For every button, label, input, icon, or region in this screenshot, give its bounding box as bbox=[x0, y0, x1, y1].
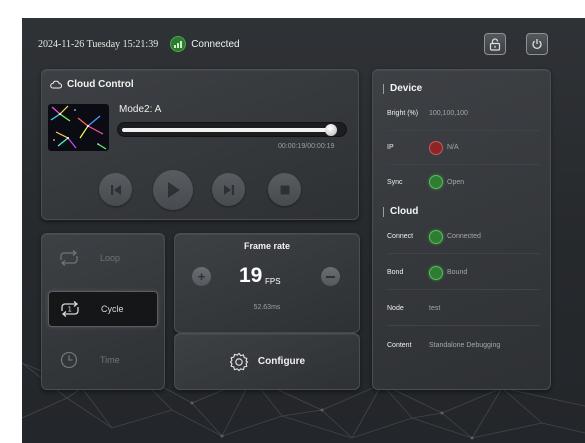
signal-bars-icon bbox=[170, 36, 187, 52]
cloud-section-title: Cloud bbox=[383, 206, 418, 217]
lock-button[interactable] bbox=[484, 33, 506, 55]
skip-next-icon bbox=[223, 184, 234, 195]
sync-label: Sync bbox=[387, 178, 403, 186]
bond-label: Bond bbox=[387, 269, 404, 276]
play-mode-panel: Loop 1 Cycle Time bbox=[41, 233, 165, 390]
play-button[interactable] bbox=[153, 170, 193, 210]
content-label: Content bbox=[387, 341, 412, 349]
frame-interval-label: 52.63ms bbox=[253, 304, 281, 311]
status-bar: 2024-11-26 Tuesday 15:21:39 Connected bbox=[38, 36, 240, 52]
plus-icon: + bbox=[197, 269, 206, 284]
node-value: test bbox=[429, 305, 441, 312]
cloud-icon bbox=[50, 80, 62, 89]
device-control-screen: 2024-11-26 Tuesday 15:21:39 Connected Cl… bbox=[22, 18, 585, 443]
connect-row: Connect Connected bbox=[387, 220, 540, 254]
lock-icon bbox=[489, 37, 501, 51]
device-section-title: Device bbox=[383, 83, 422, 94]
playback-progress-slider[interactable] bbox=[117, 122, 347, 137]
content-value: Standalone Debugging bbox=[429, 341, 501, 349]
program-thumbnail[interactable] bbox=[48, 104, 109, 151]
increase-frame-rate-button[interactable]: + bbox=[192, 267, 211, 286]
cycle-mode-button[interactable]: 1 Cycle bbox=[48, 291, 158, 327]
connection-status-label: Connected bbox=[191, 38, 240, 50]
configure-button[interactable]: Configure bbox=[174, 333, 360, 390]
configure-label: Configure bbox=[257, 356, 306, 367]
cycle-mode-label: Cycle bbox=[101, 304, 124, 314]
connect-status-indicator bbox=[429, 229, 443, 244]
gear-icon bbox=[229, 352, 249, 371]
power-button[interactable] bbox=[526, 33, 548, 55]
skip-previous-icon bbox=[110, 184, 121, 195]
sync-row: Sync Open bbox=[387, 165, 540, 199]
datetime-label: 2024-11-26 Tuesday 15:21:39 bbox=[38, 38, 159, 50]
svg-text:1: 1 bbox=[68, 306, 72, 314]
cloud-control-panel: Cloud Control Mode2: A 00:00:19/00:00:19 bbox=[41, 69, 359, 220]
frame-rate-unit: FPS bbox=[265, 277, 281, 286]
node-label: Node bbox=[387, 305, 404, 312]
node-row: Node test bbox=[387, 292, 540, 326]
cloud-control-title: Cloud Control bbox=[67, 79, 134, 90]
progress-fill bbox=[122, 128, 331, 132]
bond-row: Bond Bound bbox=[387, 256, 540, 290]
ip-value: N/A bbox=[447, 144, 459, 151]
content-row: Content Standalone Debugging bbox=[387, 328, 540, 362]
power-icon bbox=[532, 39, 542, 50]
loop-mode-label: Loop bbox=[100, 253, 121, 263]
device-info-panel: Device Bright (%) 100,100,100 IP N/A Syn… bbox=[372, 69, 551, 390]
fireworks-preview-image bbox=[50, 105, 107, 150]
bright-label: Bright (%) bbox=[387, 110, 419, 117]
frame-rate-value: 19 bbox=[239, 264, 263, 287]
connect-value: Connected bbox=[447, 233, 481, 240]
ip-label: IP bbox=[387, 144, 394, 151]
sync-value: Open bbox=[447, 178, 465, 186]
bright-value: 100,100,100 bbox=[429, 110, 468, 117]
decrease-frame-rate-button[interactable] bbox=[321, 267, 340, 286]
playback-timecode: 00:00:19/00:00:19 bbox=[278, 143, 335, 150]
bright-row: Bright (%) 100,100,100 bbox=[387, 97, 540, 131]
play-icon bbox=[168, 182, 180, 198]
clock-icon bbox=[60, 351, 78, 369]
loop-icon bbox=[60, 250, 78, 266]
bond-value: Bound bbox=[447, 269, 468, 276]
ip-status-indicator bbox=[429, 140, 443, 155]
time-mode-button[interactable]: Time bbox=[48, 342, 158, 378]
current-mode-label: Mode2: A bbox=[119, 104, 162, 115]
sync-status-indicator bbox=[429, 175, 443, 189]
connect-label: Connect bbox=[387, 233, 414, 240]
cycle-icon: 1 bbox=[61, 301, 79, 317]
next-button[interactable] bbox=[212, 173, 245, 206]
frame-rate-title: Frame rate bbox=[243, 241, 291, 251]
cloud-control-header: Cloud Control bbox=[50, 79, 134, 90]
time-mode-label: Time bbox=[100, 355, 120, 365]
frame-rate-panel: Frame rate + 19 FPS 52.63ms bbox=[174, 233, 360, 333]
minus-icon bbox=[326, 275, 335, 278]
bond-status-indicator bbox=[429, 265, 443, 280]
previous-button[interactable] bbox=[99, 173, 132, 206]
stop-icon bbox=[280, 185, 289, 194]
loop-mode-button[interactable]: Loop bbox=[48, 240, 158, 276]
ip-row: IP N/A bbox=[387, 131, 540, 165]
stop-button[interactable] bbox=[268, 173, 301, 206]
progress-handle[interactable] bbox=[325, 124, 337, 136]
